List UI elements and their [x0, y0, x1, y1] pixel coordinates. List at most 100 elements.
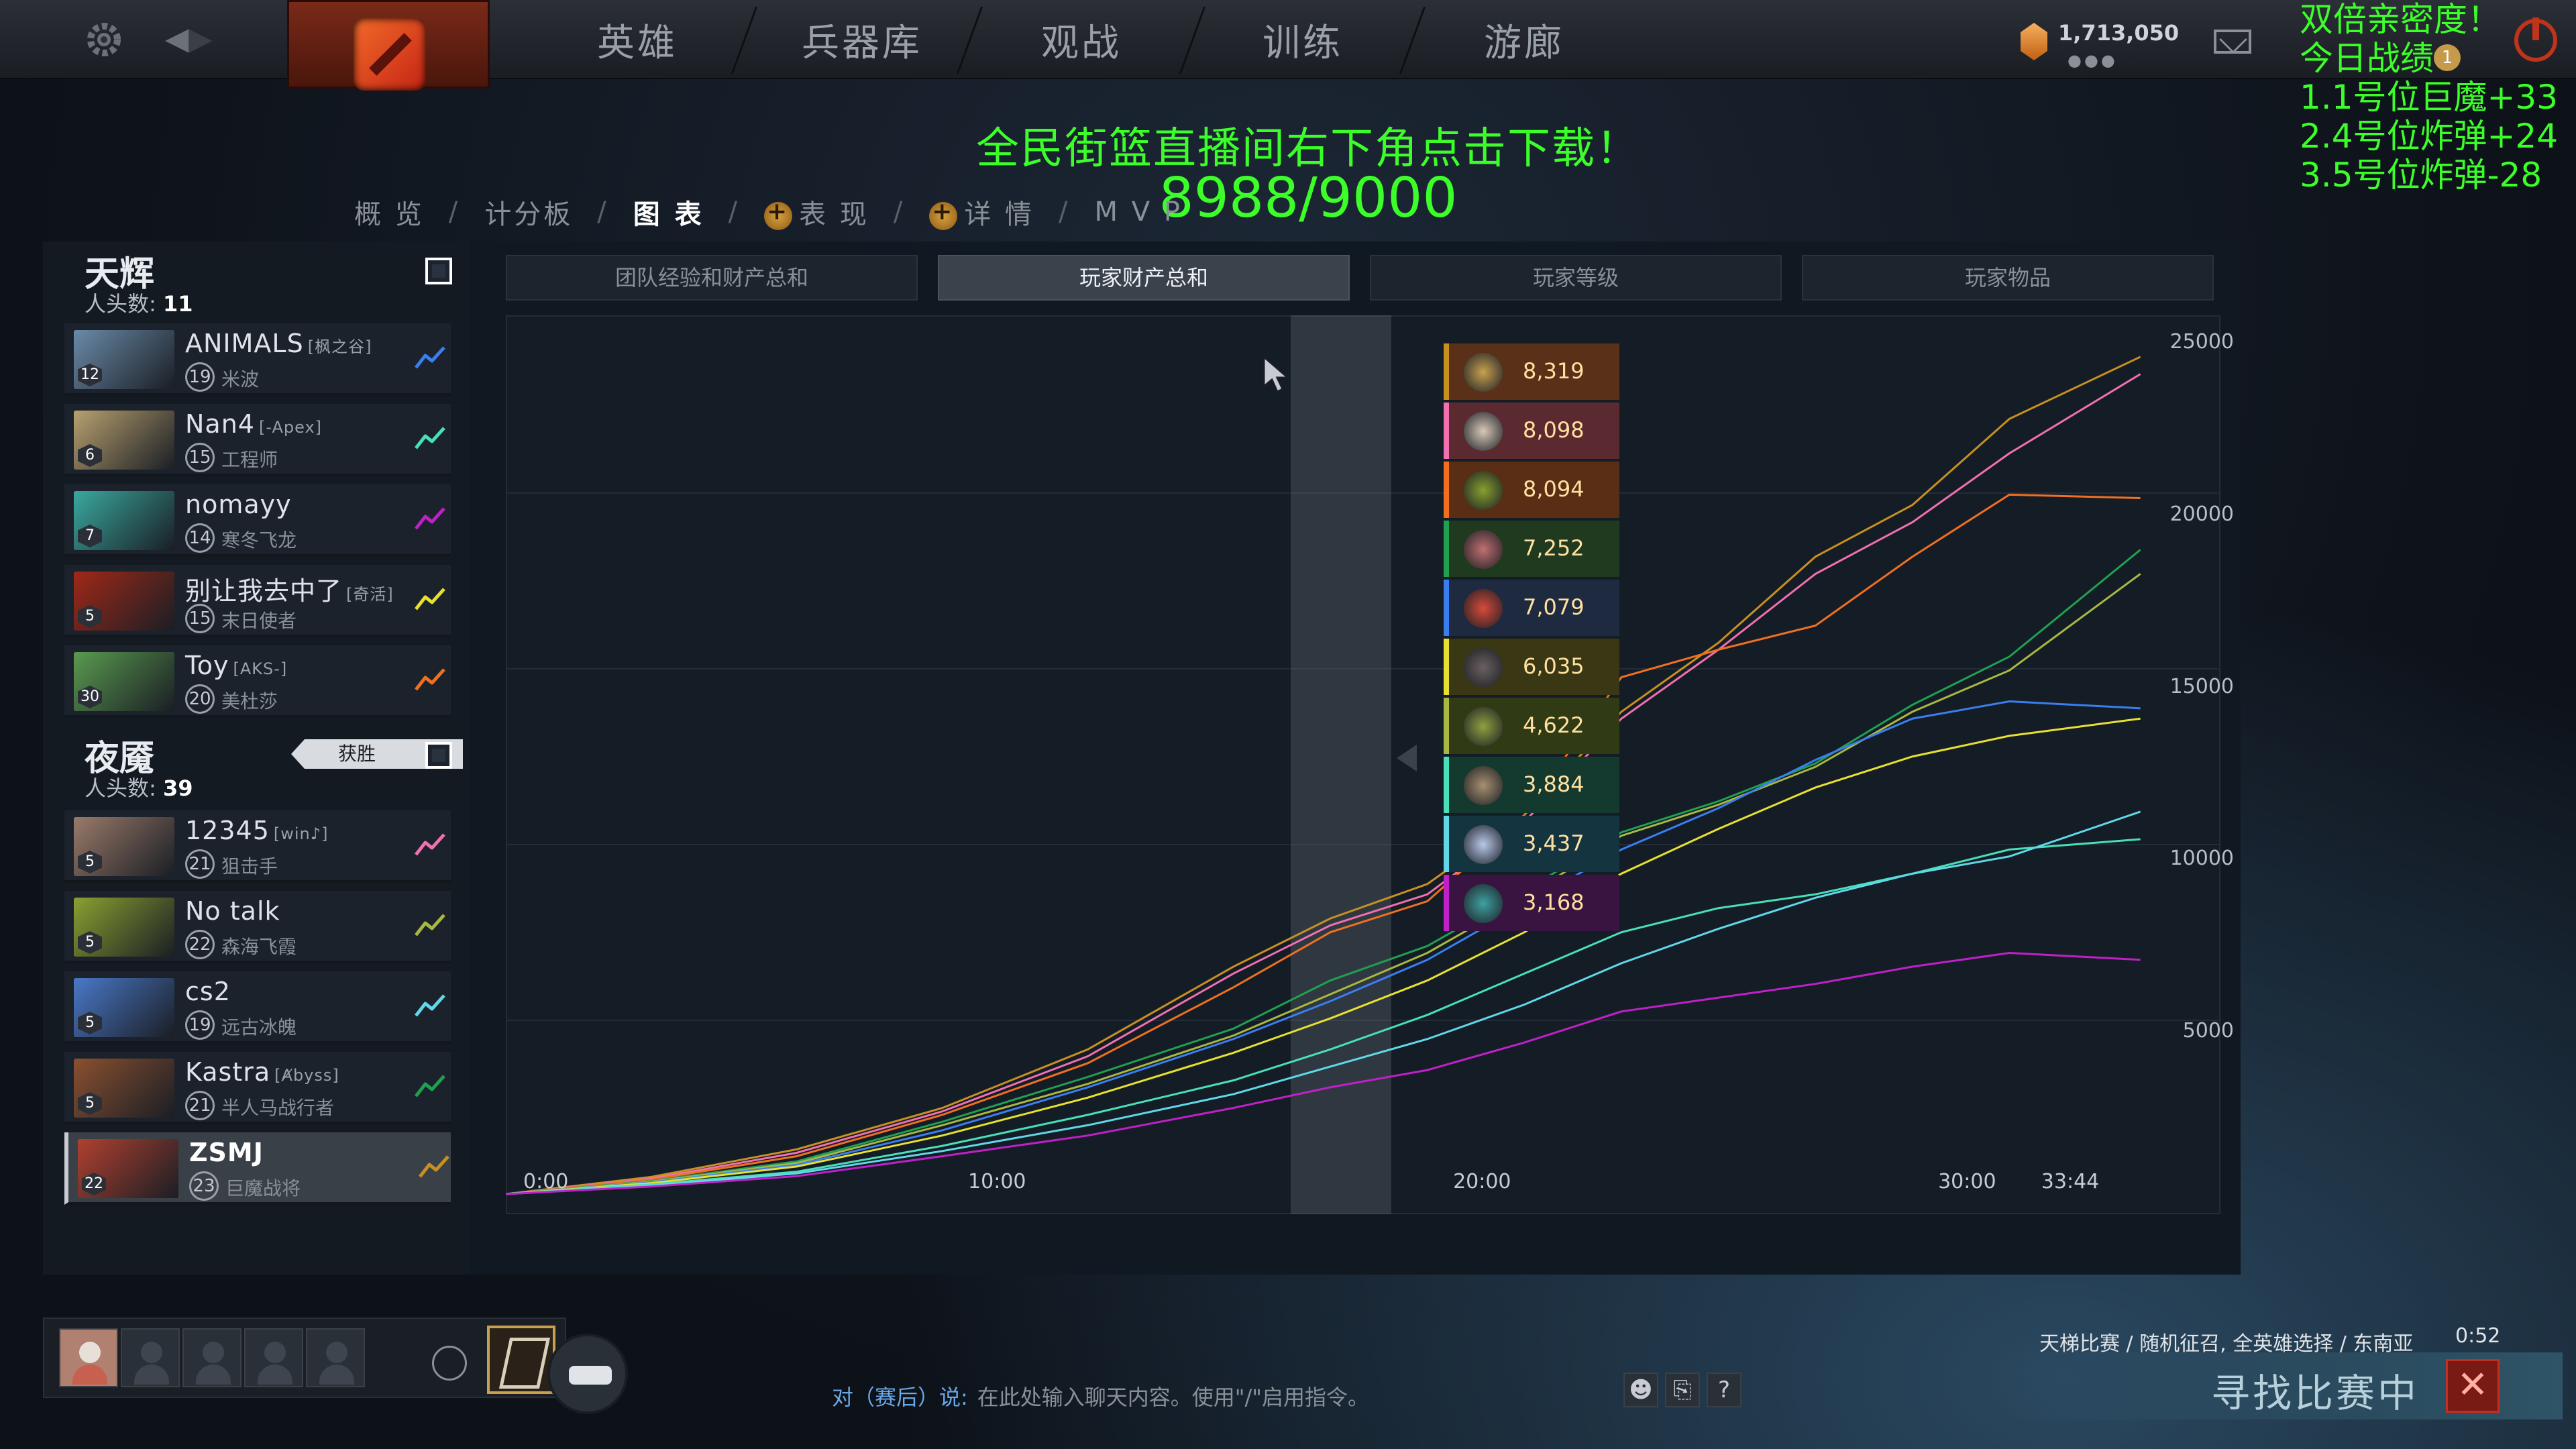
hero-icon: [1464, 353, 1503, 392]
radiant-toggle-checkbox[interactable]: [425, 258, 452, 284]
tooltip-row: 3,437: [1444, 816, 1619, 872]
tooltip-row: 7,079: [1444, 580, 1619, 636]
tab-team-xp-gold[interactable]: 团队经验和财产总和: [506, 255, 918, 301]
hero-level: 15: [185, 443, 215, 472]
tooltip-row: 6,035: [1444, 639, 1619, 695]
subnav-divider: /: [893, 197, 906, 227]
gear-icon[interactable]: [83, 19, 125, 60]
menu-armory[interactable]: 兵器库: [758, 0, 966, 79]
trend-line-icon[interactable]: [413, 502, 447, 535]
menu-label: 兵器库: [802, 21, 922, 65]
party-slot-empty[interactable]: [182, 1328, 241, 1387]
rank-badge: 5: [78, 1012, 102, 1034]
subnav-overview[interactable]: 概 览: [354, 193, 425, 231]
player-row[interactable]: 12 ANIMALS [枫之谷] 19 米波: [64, 323, 451, 396]
menu-arcade[interactable]: 游廊: [1424, 0, 1625, 79]
party-slot-empty[interactable]: [244, 1328, 303, 1387]
tab-player-net-worth[interactable]: 玩家财产总和: [938, 255, 1350, 301]
subnav-divider: /: [448, 197, 461, 227]
trend-line-icon[interactable]: [413, 989, 447, 1022]
y-tick-label: 25000: [2169, 330, 2234, 354]
overlay-line: 3.5号位炸弹-28: [2300, 156, 2542, 195]
party-slot-empty[interactable]: [121, 1328, 180, 1387]
voice-chat-headset-icon[interactable]: [432, 1346, 467, 1381]
top-bar: ◀▶ 英雄 兵器库 观战 训练 游廊 1,713,050 ●●● 1: [0, 0, 2576, 91]
net-worth-value: 7,252: [1523, 535, 1585, 561]
subnav-divider: /: [728, 197, 741, 227]
back-arrow-icon[interactable]: ◀: [165, 20, 189, 56]
dota-logo-tab[interactable]: [287, 0, 490, 91]
stream-overlay-stats: 双倍亲密度！ 今日战绩 1.1号位巨魔+33 2.4号位炸弹+24 3.5号位炸…: [2300, 0, 2558, 195]
player-row[interactable]: 22 ZSMJ 23 巨魔战将: [64, 1132, 451, 1205]
series-line: [506, 549, 2141, 1195]
subnav-details[interactable]: 详 情: [929, 193, 1034, 231]
trend-line-icon[interactable]: [413, 1069, 447, 1103]
cancel-search-button[interactable]: ✕: [2446, 1359, 2500, 1413]
hero-name: 美杜莎: [221, 690, 278, 712]
hero-name: 末日使者: [221, 610, 297, 632]
hero-name: 寒冬飞龙: [221, 529, 297, 551]
hero-portrait: 30: [74, 652, 174, 711]
subnav-label: 详 情: [964, 199, 1035, 230]
player-row[interactable]: 7 nomayy 14 寒冬飞龙: [64, 484, 451, 557]
player-row[interactable]: 30 Toy [AKS-] 20 美杜莎: [64, 645, 451, 718]
player-row[interactable]: 5 No talk 22 森海飞霞: [64, 891, 451, 963]
trend-line-icon[interactable]: [413, 828, 447, 861]
rank-badge: 5: [78, 851, 102, 873]
menu-label: 观战: [1041, 21, 1122, 65]
player-row[interactable]: 5 cs2 19 远古冰魄: [64, 971, 451, 1044]
hero-icon: [1464, 825, 1503, 864]
rank-badge: 6: [78, 444, 102, 467]
forward-arrow-icon[interactable]: ▶: [189, 20, 212, 56]
player-row[interactable]: 5 别让我去中了 [奇活] 15 末日使者: [64, 565, 451, 637]
player-row[interactable]: 5 12345 [win♪] 21 狙击手: [64, 810, 451, 883]
party-bar: [43, 1318, 566, 1398]
tab-player-level[interactable]: 玩家等级: [1370, 255, 1782, 301]
hero-level: 23: [189, 1171, 219, 1201]
trend-line-icon[interactable]: [417, 1150, 451, 1183]
shards-balance[interactable]: 1,713,050 ●●●: [2021, 20, 2179, 70]
shards-value: 1,713,050: [2058, 20, 2180, 46]
chat-channels-button[interactable]: [547, 1334, 628, 1414]
rank-medal-icon[interactable]: [487, 1326, 555, 1394]
emoji-icon[interactable]: ☻: [1623, 1373, 1658, 1407]
mail-icon[interactable]: [2214, 30, 2251, 54]
menu-learn[interactable]: 训练: [1202, 0, 1403, 79]
player-row[interactable]: 5 Kastra [Ⱥbyss] 21 半人马战行者: [64, 1052, 451, 1124]
tooltip-row: 8,098: [1444, 402, 1619, 459]
player-name: 别让我去中了 [奇活]: [185, 576, 394, 606]
hero-icon: [1464, 707, 1503, 746]
hover-tooltip: 8,319 8,098 8,094 7,252 7,079 6,035 4,622 3,884…: [1444, 343, 1619, 934]
hero-portrait: 5: [74, 817, 174, 876]
player-name: Toy [AKS-]: [185, 651, 288, 680]
team-panel: 天辉 人头数: 11 12 ANIMALS [枫之谷] 19 米波 6 Nan4 [-Apex…: [43, 241, 470, 1275]
trend-line-icon[interactable]: [413, 663, 447, 696]
party-slot-empty[interactable]: [306, 1328, 365, 1387]
x-tick-label: 30:00: [1938, 1170, 1996, 1193]
user-silhouette-icon: [203, 1342, 224, 1363]
menu-label: 英雄: [597, 21, 678, 65]
net-worth-line-chart[interactable]: [506, 315, 2220, 1214]
player-row[interactable]: 6 Nan4 [-Apex] 15 工程师: [64, 404, 451, 476]
bottom-bar: 对（赛后）说: 在此处输入聊天内容。使用"/"启用指令。 ☻ ⎘ ? 天梯比赛 /…: [0, 1275, 2576, 1449]
chat-input[interactable]: 对（赛后）说: 在此处输入聊天内容。使用"/"启用指令。: [832, 1381, 1369, 1411]
trend-line-icon[interactable]: [413, 341, 447, 374]
subnav-graphs[interactable]: 图 表: [633, 193, 704, 231]
party-slot-self[interactable]: [59, 1328, 118, 1387]
subnav-scoreboard[interactable]: 计分板: [484, 193, 573, 231]
overlay-line: 1.1号位巨魔+33: [2300, 78, 2559, 117]
chat-wheel-icon[interactable]: ⎘: [1665, 1373, 1700, 1407]
trend-line-icon[interactable]: [413, 421, 447, 455]
hero-icon: [1464, 471, 1503, 510]
menu-heroes[interactable]: 英雄: [537, 0, 738, 79]
help-button[interactable]: ?: [1707, 1373, 1741, 1407]
tab-player-items[interactable]: 玩家物品: [1802, 255, 2214, 301]
trend-line-icon[interactable]: [413, 582, 447, 616]
subnav-mvp[interactable]: M V P: [1095, 197, 1183, 227]
trend-line-icon[interactable]: [413, 908, 447, 942]
subnav-performance[interactable]: 表 现: [764, 193, 869, 231]
hero-name: 远古冰魄: [221, 1016, 297, 1038]
dire-toggle-checkbox[interactable]: [425, 742, 452, 769]
menu-watch[interactable]: 观战: [981, 0, 1182, 79]
team-kills: 人头数: 11: [85, 291, 193, 317]
